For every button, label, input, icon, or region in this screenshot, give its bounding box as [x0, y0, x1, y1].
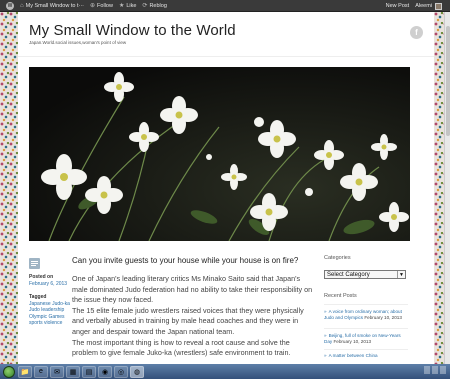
wordpress-icon: W [6, 1, 14, 10]
recent-post-date: February 10, 2013 [364, 314, 402, 320]
avatar [435, 2, 442, 10]
header-image [29, 67, 410, 241]
post-format-icon[interactable] [29, 258, 40, 269]
like-button[interactable]: ★ Like [116, 0, 139, 12]
post-body: One of Japan's leading literary critics … [72, 274, 317, 359]
divider [324, 328, 408, 329]
chrome-icon[interactable]: ◍ [130, 365, 144, 378]
recent-post-item: » Beijing, full of smoke on New-Years Day… [324, 333, 408, 345]
explorer-icon[interactable]: ▤ [82, 365, 96, 378]
follow-button[interactable]: ⊕ Follow [87, 0, 116, 12]
arrow-right-icon: » [324, 353, 327, 358]
divider [324, 349, 408, 350]
scrollbar-thumb[interactable] [446, 26, 450, 136]
categories-heading: Categories [324, 255, 351, 261]
left-pattern-background [0, 12, 18, 364]
follow-icon: ⊕ [90, 3, 96, 9]
post-date-link[interactable]: February 6, 2013 [29, 281, 74, 288]
mail-icon[interactable]: ✉ [50, 365, 64, 378]
chevron-down-icon: ▼ [397, 271, 405, 278]
recent-post-item: » A matter between China [324, 353, 408, 359]
post-paragraph: The most important thing is how to revea… [72, 337, 291, 358]
divider [324, 304, 408, 305]
system-tray [424, 366, 446, 374]
facebook-icon[interactable]: f [410, 26, 423, 39]
tray-icon[interactable] [432, 366, 438, 374]
tray-icon[interactable] [440, 366, 446, 374]
flower-photo [29, 67, 410, 241]
post-title[interactable]: Can you invite guests to your house whil… [72, 256, 317, 265]
wp-logo-menu[interactable]: W [0, 0, 17, 12]
folder-icon[interactable]: 📁 [18, 365, 32, 378]
new-post-button[interactable]: New Post [383, 0, 413, 12]
internet-explorer-icon[interactable]: e [34, 365, 48, 378]
vertical-scrollbar[interactable] [444, 12, 450, 364]
tag-link[interactable]: sports violence [29, 320, 74, 327]
calculator-icon[interactable]: ▦ [66, 365, 80, 378]
recent-posts-heading: Recent Posts [324, 293, 357, 299]
start-button[interactable] [3, 365, 15, 378]
post-paragraph: The 15 elite female judo wrestlers raise… [72, 305, 304, 336]
site-description: Japan.World.social issues,woman's point … [29, 40, 127, 45]
page-content: My Small Window to the World Japan.World… [18, 12, 434, 364]
media-icon[interactable]: ◉ [98, 365, 112, 378]
post-paragraph: One of Japan's leading literary critics … [72, 274, 313, 305]
home-icon: ⌂ [20, 2, 24, 9]
recent-post-date: February 10, 2013 [333, 338, 371, 344]
wp-admin-bar: W ⌂ My Small Window to t··· ⊕ Follow ★ L… [0, 0, 450, 12]
browser-icon[interactable]: ◎ [114, 365, 128, 378]
category-select[interactable]: Select Category ▼ [324, 270, 406, 279]
arrow-right-icon: » [324, 309, 327, 314]
windows-taskbar: 📁 e ✉ ▦ ▤ ◉ ◎ ◍ [0, 364, 450, 379]
recent-post-item: » A voice from ordinary woman; about Judo… [324, 309, 408, 321]
tags-meta: Tagged Japanese Judo-ka Judo leadership … [29, 294, 74, 327]
reblog-icon: ⟳ [142, 3, 148, 9]
reblog-button[interactable]: ⟳ Reblog [139, 0, 169, 12]
site-name-menu[interactable]: ⌂ My Small Window to t··· [17, 0, 87, 12]
recent-post-link[interactable]: A matter between China [329, 353, 378, 358]
header-divider [18, 56, 434, 57]
posted-on-meta: Posted on February 6, 2013 [29, 274, 74, 287]
site-title[interactable]: My Small Window to the World [29, 22, 236, 39]
arrow-right-icon: » [324, 333, 327, 338]
right-pattern-background [434, 12, 444, 364]
tray-icon[interactable] [424, 366, 430, 374]
star-icon: ★ [118, 3, 125, 9]
account-menu[interactable]: Aleemi [412, 0, 445, 12]
